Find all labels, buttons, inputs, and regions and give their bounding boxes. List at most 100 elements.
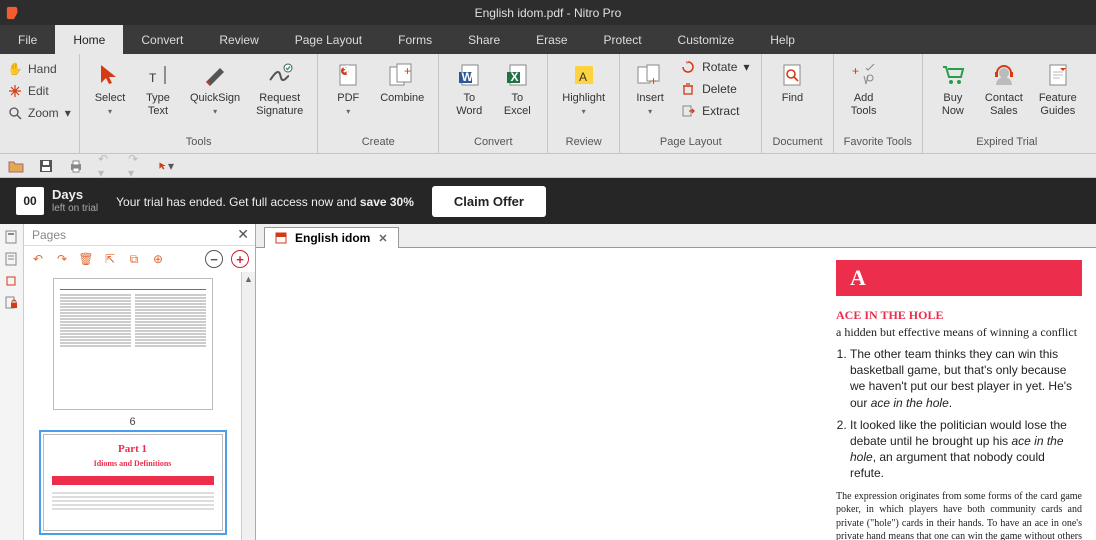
rotate-button[interactable]: Rotate ▾ (678, 58, 751, 76)
menu-forms[interactable]: Forms (380, 25, 450, 54)
thumbnail-list[interactable]: 6 Part 1 Idioms and Definitions (24, 272, 241, 540)
menu-share[interactable]: Share (450, 25, 518, 54)
save-icon[interactable] (38, 158, 54, 174)
page-copy-icon[interactable]: ⧉ (126, 251, 142, 267)
side-icon-strip (0, 224, 24, 540)
excel-icon: X (502, 60, 532, 90)
menu-help[interactable]: Help (752, 25, 813, 54)
combine-label: Combine (380, 92, 424, 105)
zoom-out-button[interactable]: − (205, 250, 223, 268)
chevron-down-icon: ▾ (346, 107, 350, 116)
to-word-button[interactable]: WTo Word (449, 58, 489, 120)
entry-title: ACE IN THE HOLE (836, 308, 1082, 323)
pages-pane-icon[interactable] (4, 230, 20, 246)
add-tools-button[interactable]: +Add Tools (844, 58, 884, 120)
page-rotate-right-icon[interactable]: ↷ (54, 251, 70, 267)
insert-icon: + (635, 60, 665, 90)
close-tab-icon[interactable]: ✕ (378, 232, 387, 245)
app-logo-icon (6, 6, 20, 20)
security-pane-icon[interactable] (4, 296, 20, 312)
buy-now-button[interactable]: Buy Now (933, 58, 973, 120)
edit-tool[interactable]: Edit (8, 82, 71, 100)
bookmarks-pane-icon[interactable] (4, 252, 20, 268)
claim-offer-button[interactable]: Claim Offer (432, 186, 546, 217)
window-title: English idom.pdf - Nitro Pro (475, 6, 622, 20)
edit-icon (8, 84, 22, 98)
ribbon-group-page-layout: +Insert▾ Rotate ▾ Delete Extract Page La… (620, 54, 762, 153)
contact-sales-button[interactable]: Contact Sales (981, 58, 1027, 120)
menu-file[interactable]: File (0, 25, 55, 54)
menu-customize[interactable]: Customize (660, 25, 753, 54)
entry-origin: The expression originates from some form… (836, 490, 1082, 540)
add-tools-label: Add Tools (851, 92, 877, 118)
ribbon-group-review: AHighlight▾ Review (548, 54, 620, 153)
page-view[interactable]: A ACE IN THE HOLE a hidden but effective… (256, 248, 1096, 540)
feature-guides-button[interactable]: Feature Guides (1035, 58, 1081, 120)
type-text-button[interactable]: T Type Text (138, 58, 178, 120)
find-button[interactable]: Find (772, 58, 812, 107)
svg-text:A: A (579, 70, 587, 84)
menu-bar: File Home Convert Review Page Layout For… (0, 25, 1096, 54)
quicksign-button[interactable]: QuickSign▾ (186, 58, 244, 118)
chevron-down-icon: ▾ (65, 106, 71, 120)
menu-convert[interactable]: Convert (123, 25, 201, 54)
hand-tool[interactable]: ✋ Hand (8, 60, 71, 78)
headset-icon (989, 60, 1019, 90)
delete-button[interactable]: Delete (678, 80, 751, 98)
page-insert-icon[interactable]: ⊕ (150, 251, 166, 267)
find-label: Find (782, 92, 803, 105)
to-excel-button[interactable]: XTo Excel (497, 58, 537, 120)
chevron-down-icon: ▾ (648, 107, 652, 116)
cursor-dropdown-icon[interactable]: ▾ (158, 158, 174, 174)
pdf-tab-icon (275, 232, 287, 244)
menu-page-layout[interactable]: Page Layout (277, 25, 380, 54)
page-thumbnail[interactable] (53, 278, 213, 410)
insert-button[interactable]: +Insert▾ (630, 58, 670, 118)
close-icon[interactable]: ✕ (237, 226, 249, 243)
pdf-button[interactable]: ✱PDF▾ (328, 58, 368, 118)
zoom-tool[interactable]: Zoom ▾ (8, 104, 71, 122)
ribbon-group-create: ✱PDF▾ +Combine Create (318, 54, 439, 153)
signatures-pane-icon[interactable] (4, 274, 20, 290)
thumbnail-scrollbar[interactable]: ▲ (241, 272, 255, 540)
menu-protect[interactable]: Protect (586, 25, 660, 54)
undo-icon[interactable]: ↶ ▾ (98, 158, 114, 174)
group-label-document: Document (772, 133, 822, 151)
menu-review[interactable]: Review (201, 25, 276, 54)
svg-text:T: T (149, 71, 157, 85)
trial-message-text: Your trial has ended. Get full access no… (116, 195, 360, 209)
svg-text:+: + (650, 74, 657, 88)
trial-message-bold: save 30% (360, 195, 414, 209)
redo-icon[interactable]: ↷ ▾ (128, 158, 144, 174)
page-rotate-left-icon[interactable]: ↶ (30, 251, 46, 267)
hand-label: Hand (28, 62, 57, 76)
scroll-up-icon[interactable]: ▲ (242, 272, 255, 286)
print-icon[interactable] (68, 158, 84, 174)
page-extract-icon[interactable]: ⇱ (102, 251, 118, 267)
select-button[interactable]: Select▾ (90, 58, 130, 118)
feature-guides-icon (1043, 60, 1073, 90)
menu-home[interactable]: Home (55, 25, 123, 54)
thumb-subtitle: Idioms and Definitions (94, 459, 172, 468)
open-icon[interactable] (8, 158, 24, 174)
combine-button[interactable]: +Combine (376, 58, 428, 107)
document-tab-strip: English idom ✕ (256, 224, 1096, 248)
zoom-in-button[interactable]: + (231, 250, 249, 268)
contact-sales-label: Contact Sales (985, 92, 1023, 118)
page-thumbnail-active[interactable]: Part 1 Idioms and Definitions (43, 434, 223, 531)
chevron-down-icon: ▾ (213, 107, 217, 116)
extract-icon (680, 103, 696, 119)
menu-erase[interactable]: Erase (518, 25, 585, 54)
highlight-button[interactable]: AHighlight▾ (558, 58, 609, 118)
entry-example: It looked like the politician would lose… (850, 417, 1082, 482)
extract-button[interactable]: Extract (678, 102, 751, 120)
rotate-label: Rotate (702, 60, 737, 74)
edit-label: Edit (28, 84, 49, 98)
page-delete-icon[interactable]: 🗑 (78, 251, 94, 267)
document-tab[interactable]: English idom ✕ (264, 227, 399, 248)
request-signature-button[interactable]: Request Signature (252, 58, 307, 120)
find-icon (777, 60, 807, 90)
add-tools-icon: + (849, 60, 879, 90)
hand-icon: ✋ (8, 62, 22, 76)
type-text-label: Type Text (146, 92, 170, 118)
